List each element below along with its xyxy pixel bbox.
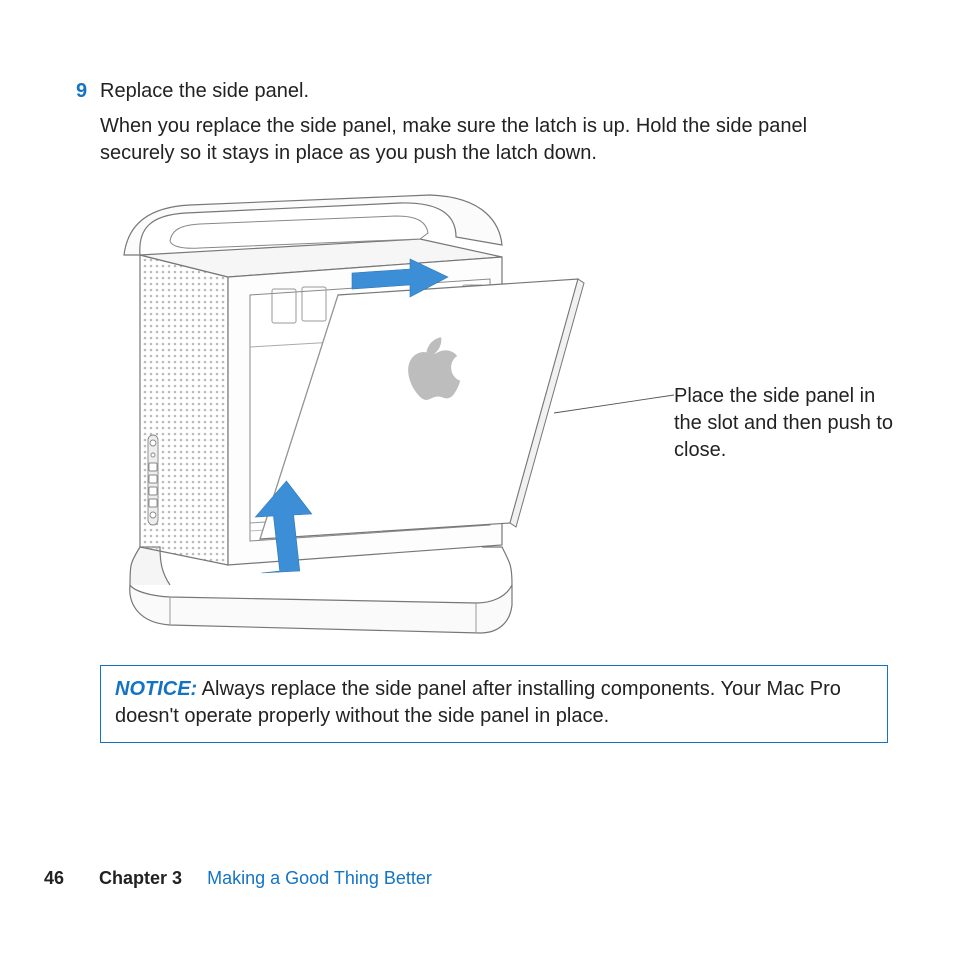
page-footer: 46 Chapter 3 Making a Good Thing Better <box>44 866 432 890</box>
page-number: 46 <box>44 868 64 888</box>
chapter-label: Chapter 3 <box>99 868 182 888</box>
step-title: Replace the side panel. <box>100 78 880 105</box>
notice-box: NOTICE: Always replace the side panel af… <box>100 665 888 743</box>
step-body: When you replace the side panel, make su… <box>100 113 880 167</box>
figure-callout: Place the side panel in the slot and the… <box>674 383 904 464</box>
notice-label: NOTICE: <box>115 678 197 700</box>
notice-text: Always replace the side panel after inst… <box>115 678 841 727</box>
figure-mac-pro-side-panel: Place the side panel in the slot and the… <box>100 185 940 645</box>
chapter-title: Making a Good Thing Better <box>207 868 432 888</box>
step-block: 9 Replace the side panel. When you repla… <box>100 78 880 167</box>
step-number: 9 <box>76 78 87 105</box>
